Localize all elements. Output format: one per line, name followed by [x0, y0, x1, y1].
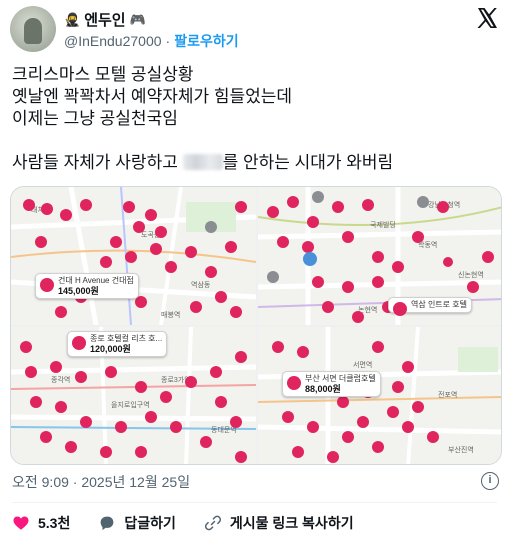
tweet-timestamp[interactable]: 오전 9:09 · 2025년 12월 25일 — [12, 472, 190, 492]
tweet-media-grid[interactable]: 대치동 도곡동 역삼동 매봉역 건대 H Avenue 건대점 145,000원 — [10, 186, 502, 465]
price-tag-name: 건대 H Avenue 건대점 — [58, 276, 134, 285]
censored-word — [182, 154, 223, 170]
price-tag-price: 145,000원 — [58, 286, 99, 296]
map-label: 부산진역 — [448, 445, 474, 454]
map-label: 역삼동 — [191, 280, 211, 289]
price-tag-name: 역삼 인트로 호텔 — [411, 300, 467, 309]
tweet-time: 오전 9:09 — [12, 474, 69, 490]
map-label: 매봉역 — [161, 310, 180, 319]
map-image-4[interactable]: 서면역 전포역 부산진역 부산 서면 더클럽호텔 88,000원 — [258, 327, 501, 464]
tweet-line-part: 사람들 자체가 사랑하고 — [12, 153, 178, 172]
x-logo-icon[interactable] — [475, 6, 499, 30]
reply-bubble-icon — [100, 516, 114, 531]
map-image-3[interactable]: 종로3가역 을지로입구역 종각역 동대문역 종로 호텔컬 리츠 호... 120… — [11, 327, 256, 464]
map-label: 국제빌딩 — [370, 220, 396, 229]
map-label: 종각역 — [51, 375, 70, 384]
like-button[interactable]: 5.3천 — [12, 513, 70, 533]
author-name-row[interactable]: 🥷 엔두인 🎮 — [64, 9, 146, 30]
copy-link-button[interactable]: 게시물 링크 복사하기 — [204, 513, 354, 533]
timestamp-separator: · — [72, 474, 78, 490]
motel-pin-icon — [287, 376, 301, 390]
follow-button[interactable]: 팔로우하기 — [174, 31, 238, 51]
tweet-line-part: 를 안하는 시대가 와버림 — [222, 153, 394, 172]
price-tag[interactable]: 건대 H Avenue 건대점 145,000원 — [35, 273, 139, 299]
tweet-line: 크리스마스 모텔 공실상황 — [12, 65, 194, 84]
link-icon — [204, 515, 221, 531]
price-tag[interactable]: 부산 서면 더클럽호텔 88,000원 — [282, 371, 381, 397]
tweet-line: 옛날엔 꽉꽉차서 예약자체가 힘들었는데 — [12, 87, 293, 106]
map-label: 전포역 — [438, 390, 457, 399]
ninja-emoji-icon: 🥷 — [64, 11, 81, 27]
tweet-header: 🥷 엔두인 🎮 @InEndu27000 · 팔로우하기 — [0, 0, 509, 60]
map-label: 신논현역 — [458, 270, 484, 279]
tweet-line-last: 사람들 자체가 사랑하고 를 안하는 시대가 와버림 — [12, 152, 502, 174]
price-tag[interactable]: 역삼 인트로 호텔 — [388, 297, 472, 316]
reply-label: 답글하기 — [124, 515, 176, 531]
heart-icon — [13, 516, 29, 530]
motel-pin-icon — [72, 336, 86, 350]
tweet-date: 2025년 12월 25일 — [81, 474, 191, 490]
tweet-text: 크리스마스 모텔 공실상황 옛날엔 꽉꽉차서 예약자체가 힘들었는데 이제는 그… — [12, 64, 502, 174]
price-tag-price: 120,000원 — [90, 344, 131, 354]
price-tag-name: 부산 서면 더클럽호텔 — [305, 374, 376, 383]
price-tag-price: 88,000원 — [305, 384, 341, 394]
tweet-line: 이제는 그냥 공실천국임 — [12, 109, 178, 128]
like-count: 5.3천 — [38, 515, 71, 531]
price-tag[interactable]: 종로 호텔컬 리츠 호... 120,000원 — [67, 331, 168, 357]
motel-pin-icon — [393, 302, 407, 316]
divider — [12, 502, 497, 503]
author-handle-row: @InEndu27000 · 팔로우하기 — [64, 31, 239, 51]
author-handle[interactable]: @InEndu27000 — [64, 33, 162, 49]
map-label: 을지로입구역 — [111, 400, 150, 409]
tweet-actions: 5.3천 답글하기 게시물 링크 복사하기 — [12, 510, 382, 536]
map-label: 서면역 — [353, 360, 372, 369]
copy-link-label: 게시물 링크 복사하기 — [229, 515, 354, 531]
handle-separator: · — [165, 33, 171, 49]
gamepad-emoji-icon: 🎮 — [129, 11, 146, 27]
price-tag-name: 종로 호텔컬 리츠 호... — [90, 334, 163, 343]
reply-button[interactable]: 답글하기 — [98, 513, 176, 533]
info-icon[interactable]: i — [481, 472, 499, 490]
avatar[interactable] — [10, 6, 56, 52]
map-image-2[interactable]: 국제빌딩 강남구청역 학동역 신논현역 논현역 역삼 인트로 호텔 — [258, 187, 501, 325]
author-display-name[interactable]: 엔두인 — [84, 9, 125, 30]
map-image-1[interactable]: 대치동 도곡동 역삼동 매봉역 건대 H Avenue 건대점 145,000원 — [11, 187, 256, 325]
motel-pin-icon — [40, 278, 54, 292]
